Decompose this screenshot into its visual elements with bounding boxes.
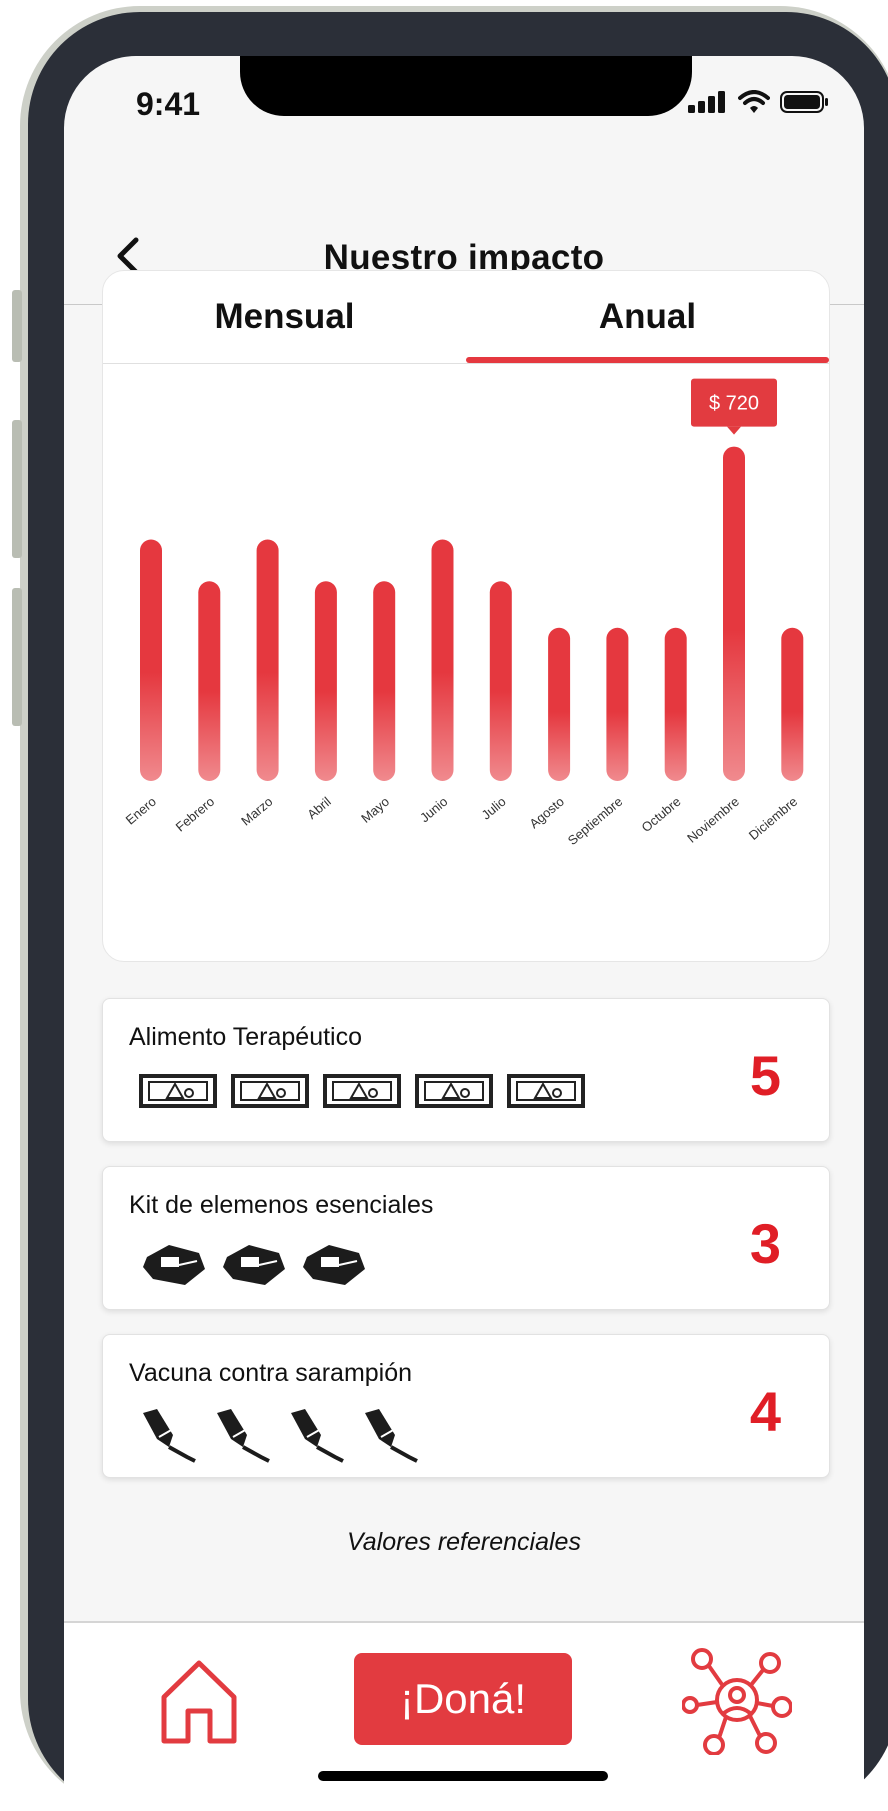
x-tick-label: Febrero [173,794,218,835]
item-count: 4 [749,1380,781,1443]
notch [240,56,692,116]
annual-bar-chart: Enero Febrero Marzo Abril Mayo Junio Julio Agos… [123,378,804,848]
food-packet-icon [507,1074,585,1108]
tooltip-pointer [727,426,741,435]
kit-bag-icon [223,1245,285,1285]
donate-button[interactable]: ¡Doná! [354,1653,572,1745]
battery-icon [780,91,828,113]
item-title: Kit de elemenos esenciales [129,1191,434,1219]
x-tick-label: Diciembre [746,794,800,843]
bar-abril[interactable] [314,581,337,781]
phone-mute-switch [12,290,22,362]
x-tick-label: Noviembre [684,794,742,846]
kit-bag-icon [303,1245,365,1285]
status-icons [688,90,830,114]
phone-volume-down [12,588,22,726]
bar-agosto[interactable] [548,627,571,781]
x-tick-label: Octubre [639,794,684,835]
signal-icon [688,91,725,113]
x-tick-label: Marzo [238,794,275,829]
bar-febrero[interactable] [198,581,221,781]
value-tooltip: $ 720 [691,378,777,435]
item-card-kit: Kit de elemenos esenciales 3 [102,1166,830,1310]
vaccine-syringe-icon [217,1409,270,1463]
tab-anual[interactable]: Anual [466,271,829,363]
home-indicator [318,1771,608,1781]
bar-noviembre[interactable] [723,446,745,781]
x-tick-label: Junio [417,794,450,825]
chart-card: Mensual Anual Enero Febrero Marzo Abril Mayo… [102,270,830,962]
item-count: 5 [749,1044,781,1107]
food-packet-icon [231,1074,309,1108]
food-packet-icon [415,1074,493,1108]
bar-enero[interactable] [140,539,162,781]
wifi-icon [738,90,770,113]
footer-note: Valores referenciales [347,1528,581,1556]
x-tick-label: Julio [479,794,509,823]
item-card-vacuna: Vacuna contra sarampión 4 [102,1334,830,1478]
x-tick-label: Agosto [526,794,567,832]
item-icons [139,1407,419,1465]
bottom-nav: ¡Doná! [64,1621,864,1811]
tab-mensual[interactable]: Mensual [103,271,466,363]
x-tick-label: Enero [123,794,159,828]
bar-julio[interactable] [489,581,512,781]
period-tabs: Mensual Anual [103,271,829,364]
phone-screen: 9:41 Nuestro impacto Mensual Anual Enero… [64,56,864,1811]
phone-volume-up [12,420,22,558]
item-card-alimento: Alimento Terapéutico 5 [102,998,830,1142]
network-impact-icon[interactable] [682,1645,792,1755]
vaccine-syringe-icon [143,1409,196,1463]
x-tick-label: Septiembre [565,794,626,848]
bar-diciembre[interactable] [781,627,804,781]
food-packet-icon [139,1074,217,1108]
item-icons [139,1071,585,1111]
bar-mayo[interactable] [373,581,396,781]
x-tick-label: Mayo [358,794,392,826]
food-packet-icon [323,1074,401,1108]
bar-marzo[interactable] [256,539,279,781]
tooltip-label: $ 720 [709,393,759,415]
status-time: 9:41 [136,86,201,122]
bar-junio[interactable] [431,539,454,781]
item-title: Vacuna contra sarampión [129,1359,413,1387]
item-title: Alimento Terapéutico [129,1023,363,1051]
item-count: 3 [749,1212,781,1275]
vaccine-syringe-icon [291,1409,344,1463]
kit-bag-icon [143,1245,205,1285]
bar-octubre[interactable] [664,627,687,781]
x-tick-label: Abril [304,794,334,822]
bar-septiembre[interactable] [606,627,629,781]
vaccine-syringe-icon [365,1409,418,1463]
home-icon[interactable] [158,1659,240,1745]
item-icons [139,1239,369,1291]
